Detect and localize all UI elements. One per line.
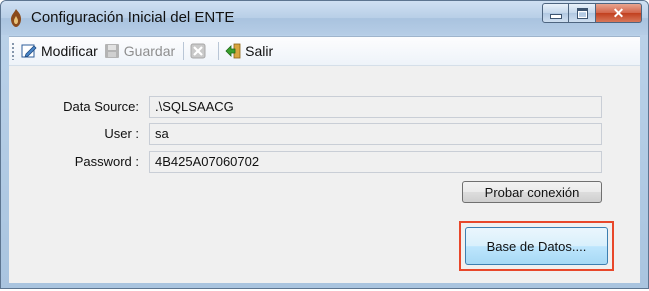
maximize-icon [576, 7, 588, 19]
edit-icon [21, 43, 37, 59]
probar-conexion-label: Probar conexión [484, 184, 580, 200]
close-icon: ✕ [612, 4, 625, 21]
probar-conexion-button[interactable]: Probar conexión [462, 181, 602, 203]
data-source-row: Data Source: .\SQLSAACG [9, 96, 640, 118]
user-field[interactable]: sa [149, 123, 602, 145]
toolbar-separator [183, 42, 185, 60]
delete-icon [190, 43, 206, 59]
close-button[interactable]: ✕ [596, 3, 642, 23]
salir-button[interactable]: Salir [225, 43, 273, 59]
minimize-button[interactable] [542, 3, 569, 23]
user-label: User : [104, 126, 139, 141]
user-row: User : sa [9, 123, 640, 145]
base-de-datos-label: Base de Datos.... [486, 238, 587, 254]
base-de-datos-button[interactable]: Base de Datos.... [465, 227, 608, 265]
window-title: Configuración Inicial del ENTE [31, 9, 235, 26]
guardar-button[interactable]: Guardar [104, 43, 175, 59]
password-label: Password : [74, 154, 139, 169]
minimize-icon [549, 13, 562, 19]
password-field[interactable]: 4B425A07060702 [149, 151, 602, 173]
toolbar: Modificar Guardar Salir [9, 36, 640, 65]
toolbar-grip[interactable] [11, 42, 15, 60]
toolbar-separator [218, 42, 220, 60]
modificar-label: Modificar [41, 43, 98, 59]
maximize-button[interactable] [569, 3, 596, 23]
caption-buttons: ✕ [542, 3, 642, 23]
exit-icon [225, 43, 241, 59]
guardar-label: Guardar [123, 43, 176, 59]
title-bar[interactable]: Configuración Inicial del ENTE ✕ [1, 1, 648, 35]
password-row: Password : 4B425A07060702 [9, 151, 640, 173]
salir-label: Salir [245, 43, 274, 59]
eliminar-button[interactable] [190, 43, 210, 59]
form-panel: Data Source: .\SQLSAACG User : sa Passwo… [9, 65, 640, 283]
main-window: Configuración Inicial del ENTE ✕ Modific… [0, 0, 649, 289]
data-source-label: Data Source: [63, 99, 139, 114]
app-icon [7, 8, 25, 28]
modificar-button[interactable]: Modificar [21, 43, 98, 59]
save-icon [104, 43, 120, 59]
data-source-field[interactable]: .\SQLSAACG [149, 96, 602, 118]
